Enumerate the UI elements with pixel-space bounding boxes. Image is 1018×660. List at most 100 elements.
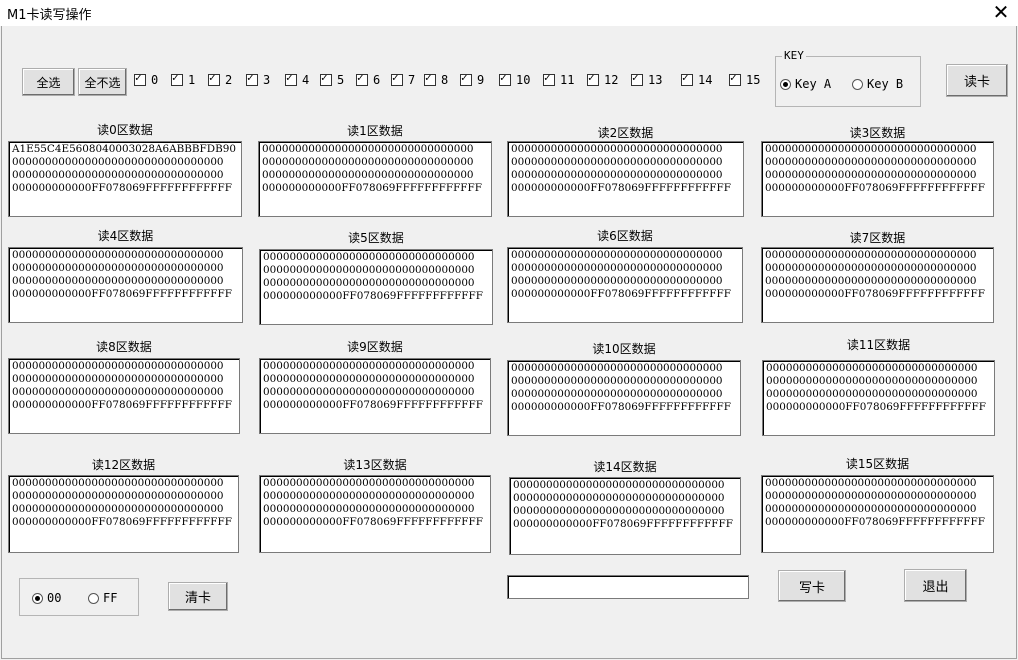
sector-12-checkbox[interactable]: 12 — [587, 71, 619, 87]
data-block-line: 000000000000FF078069FFFFFFFFFFFF — [12, 288, 232, 300]
data-block-line: 00000000000000000000000000000000 — [263, 490, 475, 502]
data-block-line: 00000000000000000000000000000000 — [765, 477, 977, 489]
data-block-line: 00000000000000000000000000000000 — [765, 143, 977, 155]
sector-checkbox-label: 9 — [477, 73, 485, 87]
sector-checkbox-label: 13 — [648, 73, 663, 87]
sector-checkbox-label: 12 — [604, 73, 619, 87]
read-card-button[interactable]: 读卡 — [946, 64, 1008, 97]
key-a-label: Key A — [795, 77, 832, 91]
data-block-line: 000000000000FF078069FFFFFFFFFFFF — [263, 516, 483, 528]
sector-7-data-textarea[interactable]: 00000000000000000000000000000000 00000000… — [761, 247, 994, 323]
sector-15-data-textarea[interactable]: 00000000000000000000000000000000 00000000… — [761, 475, 994, 553]
write-data-input[interactable] — [507, 575, 749, 599]
checkmark-icon — [285, 71, 297, 86]
sector-12-data-textarea[interactable]: 00000000000000000000000000000000 00000000… — [8, 475, 239, 553]
key-group: KEY Key A Key B — [775, 49, 921, 107]
fill-value-group: 00 FF — [19, 578, 139, 616]
data-block-line: 000000000000FF078069FFFFFFFFFFFF — [511, 401, 731, 413]
checkmark-icon — [729, 71, 741, 86]
data-block-line: 00000000000000000000000000000000 — [511, 275, 723, 287]
data-block-line: 00000000000000000000000000000000 — [765, 262, 977, 274]
select-none-button[interactable]: 全不选 — [78, 68, 127, 96]
checkmark-icon — [499, 71, 511, 86]
sector-checkbox-label: 7 — [408, 73, 416, 87]
sector-7-checkbox[interactable]: 7 — [391, 71, 416, 87]
data-block-line: A1E55C4E5608040003028A6ABBBFDB90 — [12, 143, 236, 155]
data-block-line: 00000000000000000000000000000000 — [12, 373, 224, 385]
sector-5-checkbox[interactable]: 5 — [320, 71, 345, 87]
sector-0-data-textarea[interactable]: A1E55C4E5608040003028A6ABBBFDB90 00000000… — [8, 141, 242, 217]
sector-checkbox-label: 10 — [516, 73, 531, 87]
data-block-line: 000000000000FF078069FFFFFFFFFFFF — [765, 288, 985, 300]
sector-4-label: 读4区数据 — [97, 229, 154, 243]
radio-selected-icon — [32, 592, 43, 604]
data-block-line: 00000000000000000000000000000000 — [511, 362, 723, 374]
sector-8-data-textarea[interactable]: 00000000000000000000000000000000 00000000… — [8, 358, 240, 434]
sector-checkbox-label: 5 — [337, 73, 345, 87]
sector-6-data-textarea[interactable]: 00000000000000000000000000000000 00000000… — [507, 247, 743, 323]
sector-3-data-textarea[interactable]: 00000000000000000000000000000000 00000000… — [761, 141, 994, 217]
checkmark-icon — [587, 71, 599, 86]
checkmark-icon — [391, 71, 403, 86]
data-block-line: 000000000000FF078069FFFFFFFFFFFF — [12, 182, 232, 194]
sector-0-checkbox[interactable]: 0 — [134, 71, 158, 87]
sector-3-label: 读3区数据 — [849, 126, 906, 140]
sector-checkbox-label: 6 — [373, 73, 381, 87]
sector-6-checkbox[interactable]: 6 — [356, 71, 381, 87]
key-b-radio[interactable]: Key B — [852, 77, 903, 91]
checkmark-icon — [681, 71, 693, 86]
sector-checkbox-label: 8 — [441, 73, 449, 87]
fill-ff-radio[interactable]: FF — [88, 591, 117, 605]
data-block-line: 00000000000000000000000000000000 — [12, 156, 224, 168]
sector-checkbox-label: 11 — [560, 73, 575, 87]
sector-5-data-textarea[interactable]: 00000000000000000000000000000000 00000000… — [259, 249, 493, 325]
sector-10-data-textarea[interactable]: 00000000000000000000000000000000 00000000… — [507, 360, 741, 436]
data-block-line: 000000000000FF078069FFFFFFFFFFFF — [262, 182, 482, 194]
data-block-line: 00000000000000000000000000000000 — [511, 156, 723, 168]
sector-1-data-textarea[interactable]: 00000000000000000000000000000000 00000000… — [258, 141, 492, 217]
sector-9-data-textarea[interactable]: 00000000000000000000000000000000 00000000… — [259, 358, 491, 434]
sector-checkbox-label: 1 — [188, 73, 196, 87]
data-block-line: 000000000000FF078069FFFFFFFFFFFF — [263, 399, 483, 411]
checkmark-icon — [246, 71, 258, 86]
sector-9-checkbox[interactable]: 9 — [460, 71, 485, 87]
data-block-line: 00000000000000000000000000000000 — [262, 156, 474, 168]
sector-14-checkbox[interactable]: 14 — [681, 71, 712, 87]
sector-15-checkbox[interactable]: 15 — [729, 71, 760, 87]
data-block-line: 00000000000000000000000000000000 — [765, 249, 977, 261]
sector-11-data-textarea[interactable]: 00000000000000000000000000000000 00000000… — [762, 360, 995, 436]
checkmark-icon — [356, 71, 368, 86]
sector-11-label: 读11区数据 — [846, 338, 911, 352]
sector-3-checkbox[interactable]: 3 — [246, 71, 270, 87]
sector-14-data-textarea[interactable]: 00000000000000000000000000000000 00000000… — [509, 477, 741, 555]
sector-8-label: 读8区数据 — [96, 340, 152, 354]
close-icon[interactable]: ✕ — [990, 1, 1012, 23]
sector-8-checkbox[interactable]: 8 — [424, 71, 449, 87]
sector-2-data-textarea[interactable]: 00000000000000000000000000000000 00000000… — [507, 141, 744, 217]
data-block-line: 00000000000000000000000000000000 — [765, 503, 977, 515]
sector-0-label: 读0区数据 — [97, 123, 153, 137]
data-block-line: 000000000000FF078069FFFFFFFFFFFF — [263, 290, 483, 302]
sector-13-data-textarea[interactable]: 00000000000000000000000000000000 00000000… — [259, 475, 491, 553]
sector-5-label: 读5区数据 — [348, 231, 404, 245]
data-block-line: 00000000000000000000000000000000 — [12, 262, 224, 274]
data-block-line: 00000000000000000000000000000000 — [765, 156, 977, 168]
data-block-line: 00000000000000000000000000000000 — [766, 375, 978, 387]
data-block-line: 00000000000000000000000000000000 — [263, 264, 475, 276]
fill-00-radio[interactable]: 00 — [32, 591, 61, 605]
sector-4-data-textarea[interactable]: 00000000000000000000000000000000 00000000… — [8, 247, 243, 323]
sector-2-checkbox[interactable]: 2 — [208, 71, 232, 87]
sector-13-checkbox[interactable]: 13 — [631, 71, 663, 87]
write-card-button[interactable]: 写卡 — [778, 570, 846, 602]
select-all-button[interactable]: 全选 — [22, 68, 75, 96]
data-block-line: 00000000000000000000000000000000 — [513, 492, 725, 504]
data-block-line: 000000000000FF078069FFFFFFFFFFFF — [511, 288, 731, 300]
sector-10-checkbox[interactable]: 10 — [499, 71, 531, 87]
key-a-radio[interactable]: Key A — [780, 77, 831, 91]
exit-button[interactable]: 退出 — [904, 569, 967, 602]
key-group-legend: KEY — [782, 49, 806, 62]
sector-11-checkbox[interactable]: 11 — [543, 71, 575, 87]
sector-1-checkbox[interactable]: 1 — [171, 71, 196, 87]
sector-4-checkbox[interactable]: 4 — [285, 71, 309, 87]
clear-card-button[interactable]: 清卡 — [168, 582, 228, 611]
